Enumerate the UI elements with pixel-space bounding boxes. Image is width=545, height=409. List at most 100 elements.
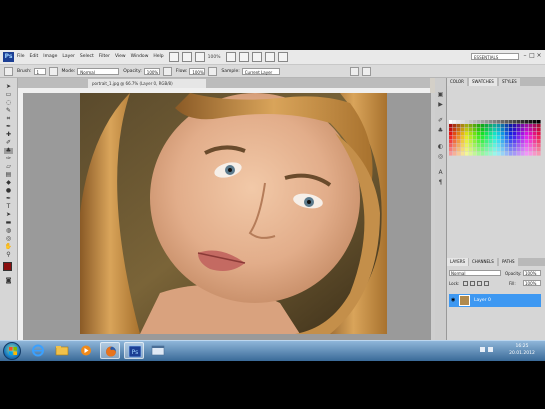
swatch-cell[interactable] [505,136,509,140]
swatch-cell[interactable] [513,152,517,156]
swatch-cell[interactable] [477,152,481,156]
swatch-cell[interactable] [521,140,525,144]
swatch-cell[interactable] [501,128,505,132]
close-button[interactable]: × [536,53,542,59]
zoom-level[interactable]: 100% [208,55,221,60]
opacity-field[interactable]: 100% [143,67,160,75]
swatch-cell[interactable] [485,148,489,152]
swatch-cell[interactable] [509,120,513,124]
swatch-cell[interactable] [513,120,517,124]
swatch-cell[interactable] [449,152,453,156]
swatch-cell[interactable] [529,144,533,148]
swatch-cell[interactable] [505,128,509,132]
swatch-cell[interactable] [517,148,521,152]
swatch-cell[interactable] [497,152,501,156]
swatch-cell[interactable] [521,152,525,156]
lasso-tool-icon[interactable]: ◌ [4,100,13,106]
swatch-cell[interactable] [525,120,529,124]
brush-panel-icon[interactable]: ✐ [437,118,444,124]
swatch-cell[interactable] [477,124,481,128]
bridge-icon[interactable] [168,52,179,62]
layer-row[interactable]: ◉ Layer 0 [449,294,541,307]
swatch-cell[interactable] [453,136,457,140]
swatch-cell[interactable] [493,136,497,140]
swatch-cell[interactable] [517,140,521,144]
swatch-cell[interactable] [533,144,537,148]
swatch-cell[interactable] [485,128,489,132]
swatch-cell[interactable] [525,124,529,128]
swatch-cell[interactable] [509,128,513,132]
menu-filter[interactable]: Filter [99,50,110,64]
swatch-cell[interactable] [457,136,461,140]
swatch-cell[interactable] [537,140,541,144]
swatch-cell[interactable] [485,124,489,128]
layers-opacity-field[interactable]: 100% [523,270,541,276]
swatch-cell[interactable] [505,132,509,136]
layer-name[interactable]: Layer 0 [474,294,491,307]
swatch-cell[interactable] [453,140,457,144]
swatch-cell[interactable] [473,148,477,152]
swatch-cell[interactable] [517,120,521,124]
marquee-tool-icon[interactable]: ▭ [4,92,13,98]
swatch-cell[interactable] [501,132,505,136]
history-brush-tool-icon[interactable]: ✑ [4,156,13,162]
maximize-button[interactable]: □ [529,53,535,59]
swatch-cell[interactable] [469,148,473,152]
swatch-cell[interactable] [449,120,453,124]
swatch-cell[interactable] [449,140,453,144]
swatch-cell[interactable] [485,132,489,136]
flow-field[interactable]: 100% [189,67,206,75]
swatch-cell[interactable] [485,136,489,140]
adjustments-panel-icon[interactable]: ◐ [437,144,444,150]
brush-size-field[interactable]: 1 [33,67,46,75]
swatch-cell[interactable] [529,148,533,152]
swatch-cell[interactable] [505,140,509,144]
swatch-cell[interactable] [465,148,469,152]
swatch-cell[interactable] [533,152,537,156]
swatch-cell[interactable] [461,128,465,132]
visibility-eye-icon[interactable]: ◉ [451,297,455,303]
swatch-cell[interactable] [529,140,533,144]
tab-color[interactable]: COLOR [447,78,467,86]
swatch-cell[interactable] [477,120,481,124]
zoom-tool-icon[interactable]: ⚲ [4,252,13,258]
swatch-cell[interactable] [529,136,533,140]
arrange-documents-icon[interactable] [264,52,275,62]
aligned-icon[interactable] [361,66,371,76]
move-tool-icon[interactable]: ➤ [4,84,13,90]
swatch-cell[interactable] [469,124,473,128]
swatch-cell[interactable] [493,132,497,136]
swatch-cell[interactable] [521,128,525,132]
swatch-cell[interactable] [461,144,465,148]
clone-source-icon[interactable] [349,66,359,76]
minimize-button[interactable]: – [522,53,528,59]
swatch-cell[interactable] [453,152,457,156]
swatch-cell[interactable] [525,128,529,132]
swatch-cell[interactable] [509,152,513,156]
swatch-cell[interactable] [501,152,505,156]
swatch-cell[interactable] [465,136,469,140]
swatch-cell[interactable] [481,132,485,136]
taskbar-photoshop[interactable]: Ps [124,342,144,359]
swatch-cell[interactable] [505,144,509,148]
menu-edit[interactable]: Edit [30,50,39,64]
swatch-cell[interactable] [461,132,465,136]
swatch-cell[interactable] [449,144,453,148]
swatch-cell[interactable] [473,120,477,124]
blur-tool-icon[interactable]: ◆ [4,180,13,186]
quick-select-tool-icon[interactable]: ✎ [4,108,13,114]
swatch-cell[interactable] [497,144,501,148]
eraser-tool-icon[interactable]: ▱ [4,164,13,170]
swatch-cell[interactable] [525,144,529,148]
swatch-cell[interactable] [465,152,469,156]
swatch-cell[interactable] [521,136,525,140]
mini-bridge-icon[interactable] [181,52,192,62]
swatch-cell[interactable] [525,152,529,156]
swatch-cell[interactable] [509,136,513,140]
swatch-cell[interactable] [489,144,493,148]
hand-tool-icon[interactable] [225,52,236,62]
swatch-cell[interactable] [521,148,525,152]
lock-transparent-icon[interactable] [463,281,468,286]
swatch-cell[interactable] [513,148,517,152]
swatch-cell[interactable] [509,148,513,152]
